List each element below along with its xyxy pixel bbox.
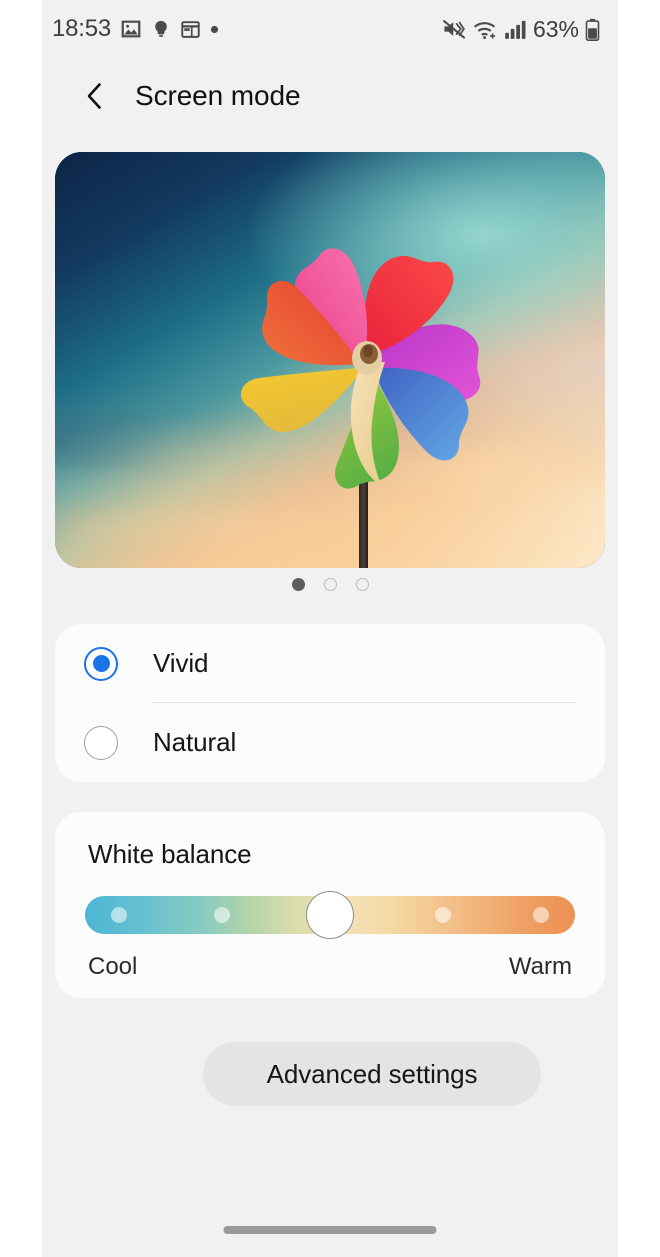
preview-carousel[interactable] <box>55 152 605 568</box>
back-button[interactable] <box>78 79 112 113</box>
back-chevron-icon <box>87 83 101 109</box>
battery-icon <box>585 18 600 41</box>
slider-endpoint-labels: Cool Warm <box>88 953 572 981</box>
screen-mode-option-vivid[interactable]: Vivid <box>55 624 605 703</box>
phone-screen: 18:53 63% Screen mode Vivid Natural Whit… <box>42 0 618 1257</box>
slider-tick <box>532 907 549 923</box>
slider-tick <box>111 907 128 923</box>
status-bar-right: 63% <box>442 16 600 43</box>
status-time: 18:53 <box>52 15 112 42</box>
dot-icon <box>210 25 219 33</box>
advanced-settings-button[interactable]: Advanced settings <box>203 1042 541 1106</box>
blade-yellow <box>240 368 361 432</box>
slider-tick <box>214 907 231 923</box>
gallery-icon <box>121 20 141 38</box>
pinwheel-illustration <box>240 248 481 568</box>
screen-mode-option-natural[interactable]: Natural <box>55 703 605 782</box>
slider-tick <box>434 907 451 923</box>
mute-vibrate-icon <box>442 20 466 39</box>
screen-mode-options-card: Vivid Natural <box>55 624 605 782</box>
slider-label-warm: Warm <box>508 953 572 980</box>
lightbulb-icon <box>155 20 167 37</box>
home-gesture-bar[interactable] <box>223 1226 437 1234</box>
slider-thumb[interactable] <box>306 891 354 939</box>
pager-dot-2[interactable] <box>323 578 337 591</box>
app-bar: Screen mode <box>42 58 618 134</box>
status-bar: 18:53 63% <box>42 0 618 58</box>
radio-selected-icon[interactable] <box>84 646 118 681</box>
signal-bars-icon <box>505 20 526 39</box>
wifi-icon <box>474 21 496 39</box>
white-balance-slider[interactable] <box>85 891 575 939</box>
pager-dot-1[interactable] <box>291 578 305 591</box>
slider-label-cool: Cool <box>88 953 138 980</box>
pager-dot-3[interactable] <box>355 578 369 591</box>
calendar-widget-icon <box>181 20 200 38</box>
carousel-pagination[interactable] <box>42 578 618 591</box>
status-bar-left: 18:53 <box>52 15 219 43</box>
radio-unselected-icon[interactable] <box>84 725 118 760</box>
option-label-vivid: Vivid <box>153 648 209 678</box>
white-balance-card: White balance Cool Warm <box>55 812 605 998</box>
white-balance-title: White balance <box>88 839 252 869</box>
preview-image[interactable] <box>55 152 605 568</box>
battery-percent-label: 63% <box>532 15 579 42</box>
option-label-natural: Natural <box>153 727 237 757</box>
page-title: Screen mode <box>135 80 301 111</box>
